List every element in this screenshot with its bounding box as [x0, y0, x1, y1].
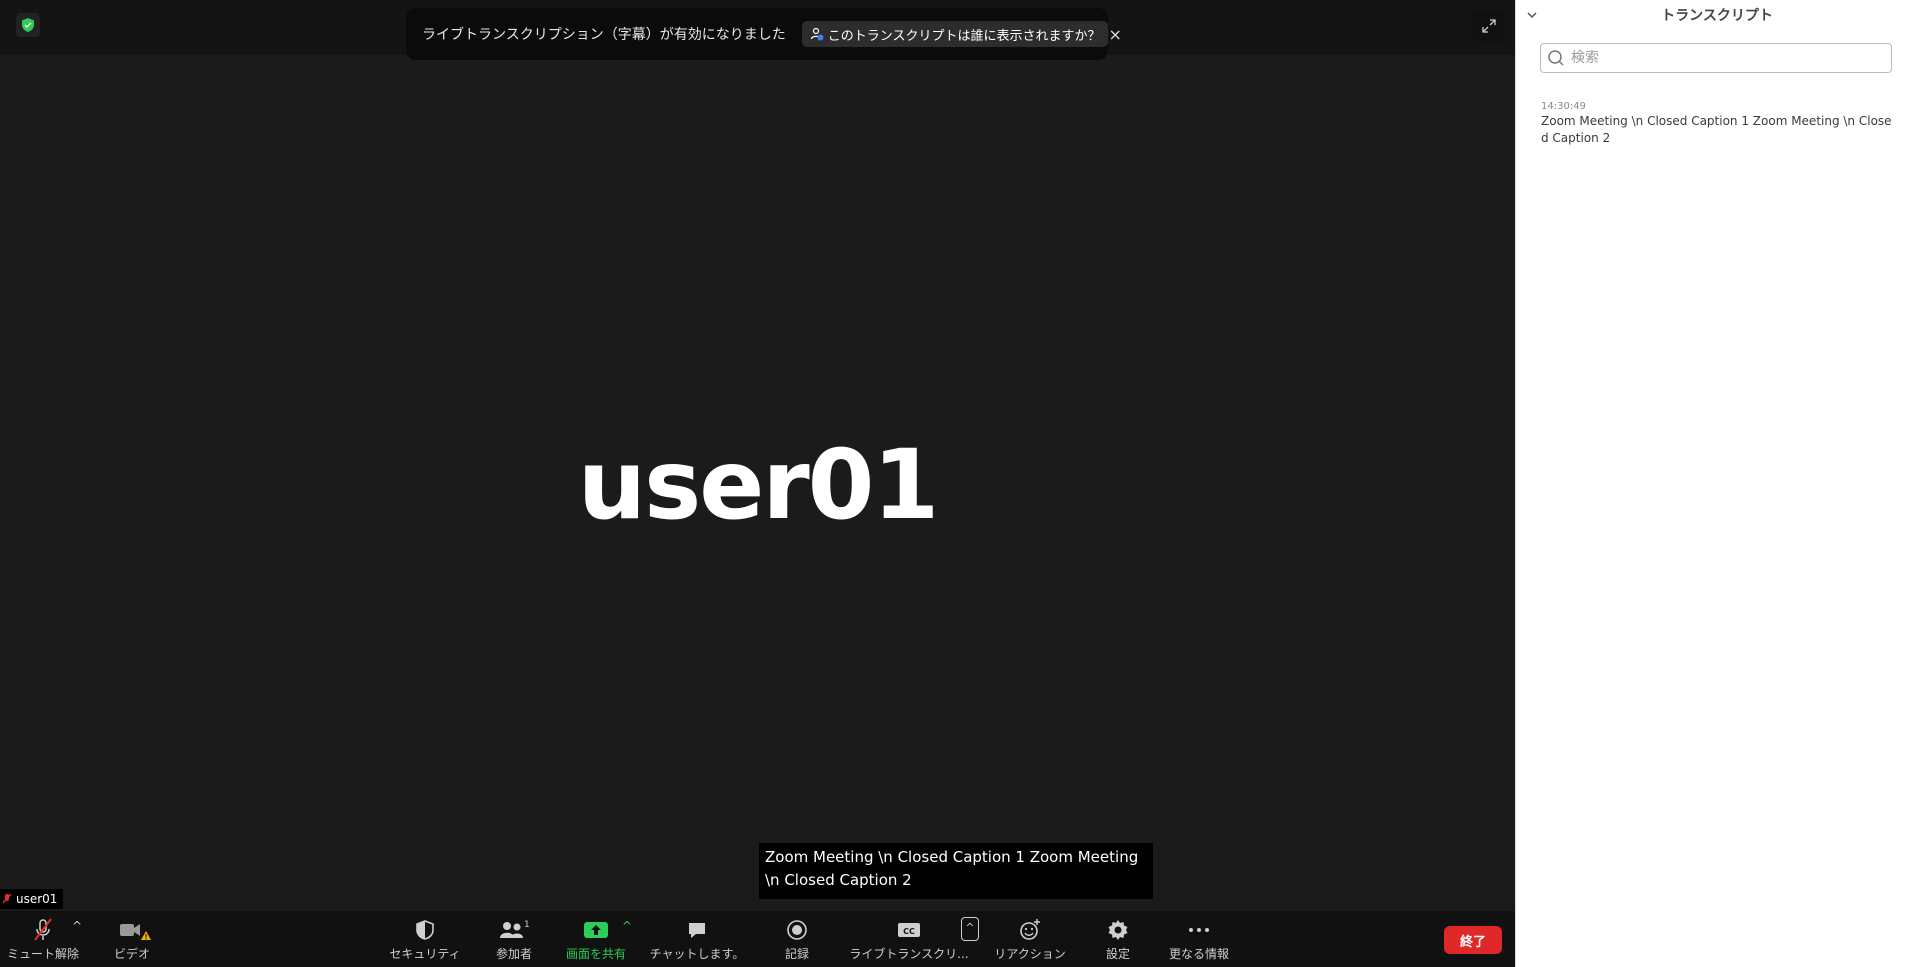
closed-caption-icon: CC	[896, 917, 922, 943]
search-input[interactable]	[1569, 49, 1873, 67]
security-button[interactable]: セキュリティ	[385, 911, 465, 967]
microphone-muted-icon	[30, 917, 56, 943]
record-button[interactable]: 記録	[776, 911, 818, 967]
shield-check-icon[interactable]	[16, 13, 40, 37]
record-icon	[786, 917, 808, 943]
video-button[interactable]: ビデオ	[96, 911, 168, 967]
live-transcript-label: ライブトランスクリ...	[849, 946, 969, 961]
reactions-button[interactable]: リアクション	[990, 911, 1070, 967]
notice-pill-label: このトランスクリプトは誰に表示されますか？	[827, 28, 1101, 44]
meeting-toolbar: ミュート解除 ^ ビデオ セキュリティ 1 参加者 画面を共有 ^ チャットしま…	[0, 911, 1515, 967]
video-label: ビデオ	[113, 946, 150, 961]
who-can-see-transcript-button[interactable]: このトランスクリプトは誰に表示されますか？	[801, 21, 1109, 47]
chat-button[interactable]: チャットします。	[646, 911, 748, 967]
participants-count: 1	[524, 920, 530, 930]
participant-name: user01	[577, 429, 940, 541]
expand-icon	[1482, 19, 1496, 33]
ellipsis-icon	[1187, 917, 1211, 943]
notice-text: ライブトランスクリプション（字幕）が有効になりました	[422, 27, 786, 43]
audio-options-caret[interactable]: ^	[72, 919, 82, 933]
people-icon: 1	[497, 917, 531, 943]
chat-label: チャットします。	[649, 946, 745, 961]
record-label: 記録	[784, 946, 809, 961]
entry-text: Zoom Meeting \n Closed Caption 1 Zoom Me…	[1541, 114, 1892, 145]
security-label: セキュリティ	[389, 946, 461, 961]
microphone-muted-icon	[2, 893, 12, 905]
gear-icon	[1107, 917, 1129, 943]
video-camera-warning-icon	[112, 917, 152, 943]
name-tag-label: user01	[16, 892, 58, 906]
chat-bubble-icon	[686, 917, 708, 943]
cc-text: CC	[903, 927, 915, 936]
transcript-panel: トランスクリプト 14:30:49 Zoom Meeting \n Closed…	[1515, 0, 1917, 967]
end-meeting-button[interactable]: 終了	[1444, 926, 1502, 954]
settings-button[interactable]: 設定	[1100, 911, 1136, 967]
participants-button[interactable]: 1 参加者	[480, 911, 548, 967]
close-notice-button[interactable]: ×	[1108, 25, 1121, 44]
transcript-options-caret[interactable]: ^	[961, 917, 979, 941]
share-screen-icon	[583, 917, 609, 943]
unmute-button[interactable]: ミュート解除	[4, 911, 82, 967]
fullscreen-button[interactable]	[1473, 10, 1505, 42]
more-button[interactable]: 更なる情報	[1160, 911, 1238, 967]
transcript-entry: 14:30:49 Zoom Meeting \n Closed Caption …	[1541, 101, 1897, 147]
closed-caption: Zoom Meeting \n Closed Caption 1 Zoom Me…	[759, 843, 1153, 899]
zoom-meeting-window: ライブトランスクリプション（字幕）が有効になりました このトランスクリプトは誰に…	[0, 0, 1917, 967]
panel-title: トランスクリプト	[1661, 8, 1773, 24]
reactions-label: リアクション	[994, 946, 1066, 961]
share-screen-label: 画面を共有	[565, 946, 626, 961]
more-label: 更なる情報	[1168, 946, 1229, 961]
entry-time: 14:30:49	[1541, 101, 1586, 112]
smiley-add-icon	[1018, 917, 1042, 943]
transcription-notice: ライブトランスクリプション（字幕）が有効になりました このトランスクリプトは誰に…	[406, 8, 1122, 60]
search-icon	[1547, 49, 1565, 67]
share-options-caret[interactable]: ^	[622, 919, 632, 933]
search-box	[1540, 43, 1892, 73]
meeting-stage: ライブトランスクリプション（字幕）が有効になりました このトランスクリプトは誰に…	[0, 0, 1515, 911]
person-info-icon	[810, 27, 824, 41]
settings-label: 設定	[1105, 946, 1130, 961]
live-transcript-button[interactable]: CC ライブトランスクリ...	[848, 911, 970, 967]
shield-icon	[414, 917, 436, 943]
video-name-tag: user01	[0, 889, 64, 909]
participants-label: 参加者	[495, 946, 532, 961]
unmute-label: ミュート解除	[6, 946, 79, 961]
